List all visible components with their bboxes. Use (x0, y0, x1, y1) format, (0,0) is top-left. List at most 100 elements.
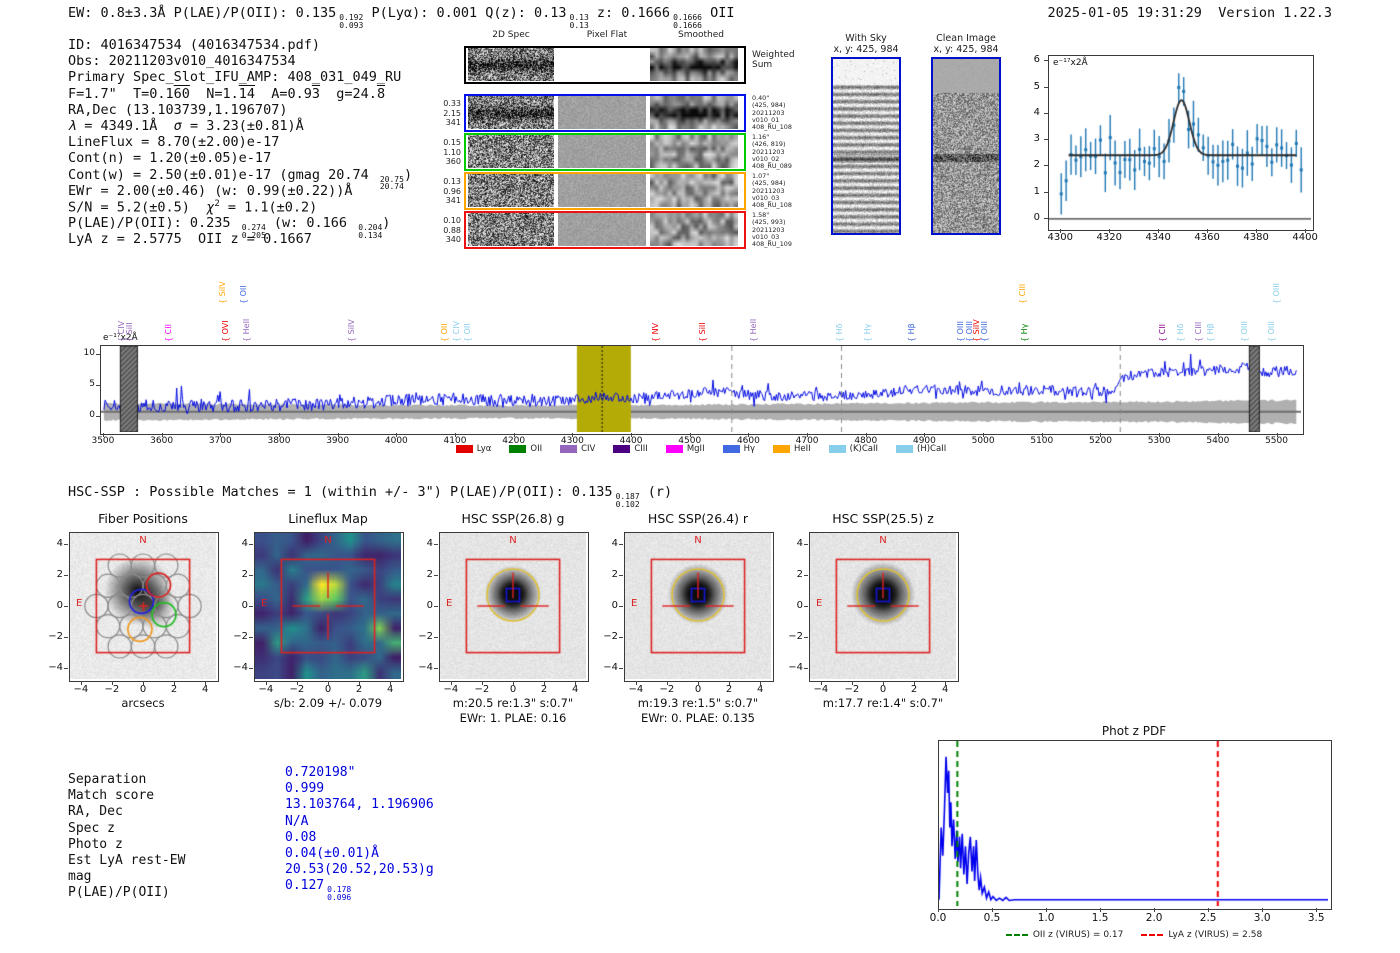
spec2d-col-header: Pixel Flat (586, 30, 628, 40)
cutout-image-canvas (558, 174, 646, 207)
spectrum-legend: Lyα OII CIV CIII MgII Hγ HeII (K)CaII (H)CaII (100, 444, 1302, 454)
match-row-value: 13.103764, 1.196906 (285, 797, 434, 813)
tick-mark (1044, 60, 1048, 62)
legend-item: OII (509, 444, 542, 454)
legend-item: (K)CaII (828, 444, 878, 454)
cutout-x-tick-label: 0 (509, 684, 517, 695)
photz-legend: OII z (VIRUS) = 0.17 LyA z (VIRUS) = 2.58 (938, 930, 1330, 940)
cutout-image-canvas (650, 174, 738, 207)
spectrum-y-tick-label: 0 (89, 409, 95, 420)
tick-mark (992, 908, 994, 912)
legend-swatch (722, 444, 740, 454)
tick-mark (983, 433, 985, 437)
cutout-image-canvas (468, 174, 554, 207)
tick-mark (1256, 229, 1258, 233)
cutout-caption-1: arcsecs (121, 696, 165, 710)
spec2d-col-header: 2D Spec (492, 30, 530, 40)
tick-mark (1044, 165, 1048, 167)
tick-mark (698, 681, 699, 685)
spec2d-row (464, 172, 746, 210)
legend-swatch (560, 444, 578, 454)
match-row-value: 0.127 0.178 0.096 (285, 878, 352, 903)
cutout-y-tick-label: −4 (603, 662, 618, 674)
compass-north-label: N (694, 535, 702, 546)
cutout-canvas (625, 533, 771, 679)
linefit-y-tick-label: 6 (1033, 54, 1040, 66)
linefit-y-tick-label: 4 (1033, 106, 1040, 118)
uncertainty-range: 0.1666 0.1666 (673, 13, 702, 30)
tick-mark (481, 681, 483, 685)
cutout-y-tick-label: 4 (796, 537, 803, 549)
match-row-value: 0.04(±0.01)Å (285, 846, 379, 862)
cutout-frame (254, 532, 404, 682)
info-line: Cont(w) = 2.50(±0.01)e-17 (gmag 20.74 20… (68, 166, 413, 192)
cutout-y-tick-label: 2 (796, 568, 803, 580)
spec2d-row-left-labels: 0.33 2.15 341 (443, 99, 461, 127)
tick-mark (804, 543, 808, 545)
hsc-matches-header: HSC-SSP : Possible Matches = 1 (within +… (68, 484, 673, 509)
tick-mark (1207, 229, 1209, 233)
spec2d-row-left-labels: 0.10 0.88 340 (443, 216, 461, 244)
ccd-image-canvas (933, 59, 999, 233)
info-line: EWr = 2.00(±0.46) (w: 0.99(±0.22))Å (68, 182, 353, 199)
uncertainty-range: 0.187 0.102 (615, 492, 640, 509)
cutout-caption-1: m:19.3 re:1.5" s:0.7" (637, 696, 759, 710)
cutout-y-tick-label: −4 (233, 662, 248, 674)
cutout-title: HSC SSP(26.8) g (461, 511, 565, 526)
tick-mark (619, 606, 623, 607)
cutout-x-tick-label: 0 (324, 684, 332, 695)
tick-mark (1109, 229, 1111, 233)
legend-dash-swatch (1005, 934, 1028, 936)
cutout-x-tick-label: 4 (756, 684, 764, 695)
match-row-label: Est LyA rest-EW (68, 853, 186, 869)
cutout-image-canvas (468, 213, 554, 246)
legend-item: LyA z (VIRUS) = 2.58 (1141, 930, 1262, 940)
match-row-label: P(LAE)/P(OII) (68, 885, 170, 901)
detection-info-block: ID: 4016347534 (4016347534.pdf) Obs: 2021… (68, 37, 412, 247)
cutout-x-tick-label: −2 (659, 684, 675, 695)
cutout-canvas (440, 533, 586, 679)
legend-item: Lyα (455, 444, 491, 454)
spec2d-row-left-labels: 0.13 0.96 341 (443, 177, 461, 205)
tick-mark (434, 574, 438, 576)
tick-mark (572, 433, 574, 437)
cutout-caption-1: s/b: 2.09 +/- 0.079 (273, 696, 383, 710)
cutout-x-tick-label: 4 (941, 684, 949, 695)
cutout-y-tick-label: 0 (796, 600, 803, 611)
tick-mark (1044, 139, 1048, 141)
linefit-x-tick-label: 4320 (1096, 232, 1122, 243)
info-line: RA,Dec (13.103739,1.196707) (68, 101, 288, 118)
legend-item: CIII (613, 444, 648, 454)
tick-mark (102, 433, 104, 437)
cutout-x-tick-label: −4 (443, 684, 459, 695)
tick-mark (174, 681, 176, 685)
cutout-image-canvas (558, 96, 646, 129)
cutout-y-tick-label: 2 (426, 568, 433, 580)
cutout-x-tick-label: 4 (571, 684, 579, 695)
uncertainty-range: 0.204 0.134 (358, 223, 383, 240)
linefit-y-tick-label: 1 (1033, 185, 1040, 197)
tick-mark (96, 384, 100, 386)
tick-mark (249, 606, 253, 607)
legend-swatch (828, 444, 846, 454)
spec2d-row-right-labels: 1.16" (426, 819) 20211203 v010_02 408_RU_089 (752, 133, 792, 171)
match-row-label: Photo z (68, 836, 123, 852)
cutout-x-tick-label: 4 (386, 684, 394, 695)
tick-mark (249, 668, 253, 670)
tick-mark (337, 433, 339, 437)
tick-mark (249, 574, 253, 576)
tick-mark (434, 637, 438, 639)
tick-mark (1044, 217, 1048, 219)
match-row-label: RA, Dec (68, 804, 123, 820)
linefit-y-tick-label: 2 (1033, 159, 1040, 171)
match-row-value: N/A (285, 813, 309, 829)
info-line: Obs: 20211203v010_4016347534 (68, 53, 296, 70)
legend-item: Hγ (722, 444, 755, 454)
tick-mark (619, 668, 623, 670)
legend-item: (H)CaII (896, 444, 946, 454)
legend-item: MgII (665, 444, 705, 454)
cutout-canvas (70, 533, 216, 679)
photz-x-tick-label: 0.5 (983, 912, 1001, 924)
cutout-y-tick-label: 0 (56, 600, 63, 611)
cutout-image-canvas (468, 48, 554, 81)
